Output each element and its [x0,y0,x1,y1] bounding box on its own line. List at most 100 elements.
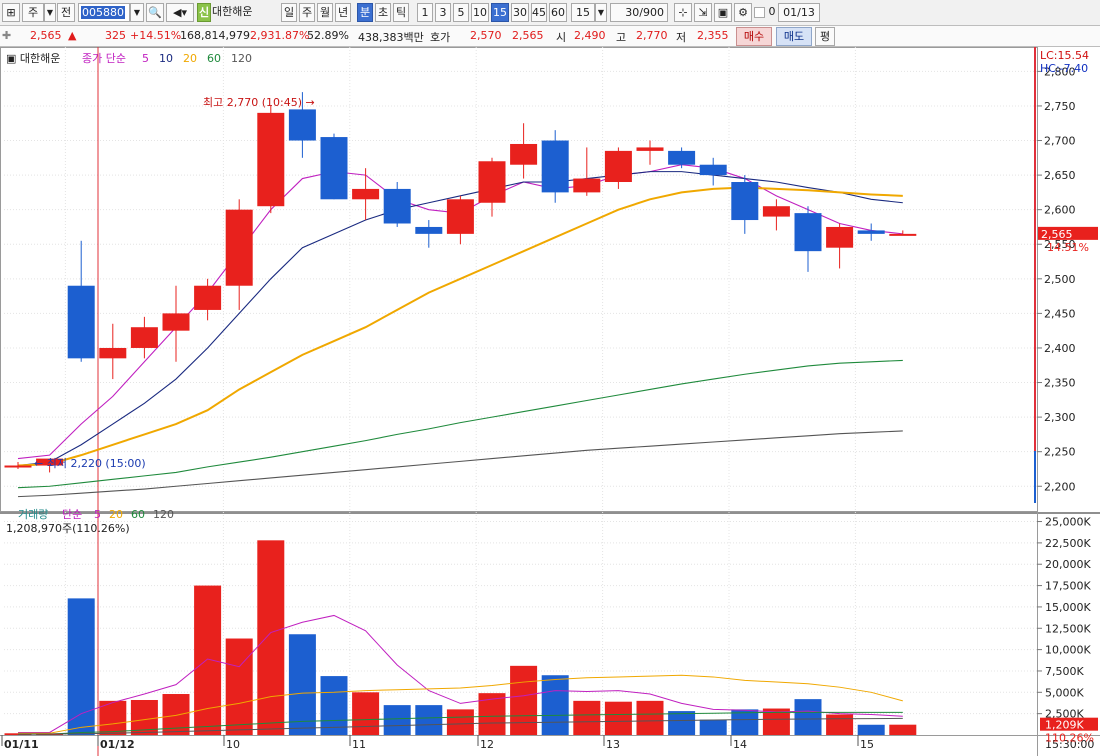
sell-button[interactable]: 매도 [776,27,812,46]
low-label: 저 [676,31,687,44]
candle-body [668,150,696,165]
price-tick-label: 2,650 [1044,169,1076,182]
crosshair-icon[interactable]: ⊹ [674,3,692,22]
ask-price: 2,570 [470,29,502,42]
high-price: 2,770 [636,29,668,42]
pin-icon[interactable]: ✚ [2,29,11,42]
candle-body [573,178,601,193]
candle-body [383,188,411,224]
volume-bar [383,705,411,735]
checkbox[interactable] [754,7,765,18]
price-tick-label: 2,600 [1044,204,1076,217]
volume-bar [352,692,380,735]
current-price-tag: 2,565 [1041,228,1073,241]
period-unit-label: 주 [27,6,39,19]
period-unit-select[interactable]: 주 [22,3,44,22]
period-button[interactable]: 일 [281,3,297,22]
interval-button[interactable]: 10 [471,3,489,22]
high-annotation: 최고 2,770 (10:45) → [203,96,315,109]
price-tick-label: 2,750 [1044,100,1076,113]
prev-button[interactable]: 전 [57,3,75,22]
layout-icon[interactable]: ⊞ [2,3,20,22]
interval-select[interactable]: 15 [571,3,595,22]
interval-button[interactable]: 15 [491,3,509,22]
volume-tick-label: 17,500K [1045,580,1091,593]
new-badge: 신 [197,3,211,22]
volume-bar [320,676,348,735]
eval-button[interactable]: 평 [815,27,835,46]
ma-legend-60: 60 [207,52,221,65]
current-pct-tag: 14.51% [1047,241,1089,254]
volume-pct-tag: 110.26% [1045,732,1094,745]
ma-legend-5: 5 [142,52,149,65]
candle-body [604,150,632,183]
volume: 168,814,979 [180,29,250,42]
candle-body [699,164,727,176]
candle-body [415,226,443,234]
period-button[interactable]: 주 [299,3,315,22]
period-button[interactable]: 초 [375,3,391,22]
change-pct: +14.51% [130,29,182,42]
ma-legend-120: 120 [231,52,252,65]
code-input[interactable]: 005880 [78,3,130,22]
change-value: 325 [105,29,126,42]
period-button[interactable]: 분 [357,3,373,22]
interval-button[interactable]: 60 [549,3,567,22]
count-input[interactable]: 30/900 [610,3,668,22]
candle-body [857,230,885,234]
vol-ma-legend-120: 120 [153,508,174,521]
period-button[interactable]: 년 [335,3,351,22]
change-arrow-icon: ▲ [68,29,77,42]
volume-bar [288,634,316,735]
low-price: 2,355 [697,29,729,42]
candle-body [288,109,316,141]
period-button[interactable]: 틱 [393,3,409,22]
code-dropdown-icon[interactable]: ▼ [130,3,144,22]
volume-tag: 1,209K [1045,719,1084,732]
candle-body [67,285,95,359]
candle-body [352,188,380,200]
interval-button[interactable]: 3 [435,3,451,22]
interval-button[interactable]: 45 [531,3,547,22]
candle-body [636,147,664,151]
volume-bar [415,705,443,735]
volume-bar [826,714,854,735]
volume-bar [573,700,601,735]
vol-ma-legend-20: 20 [109,508,123,521]
ask-label: 호가 [430,31,451,44]
candle-body [194,285,222,310]
candle-body [889,233,917,236]
gear-icon[interactable]: ⚙ [734,3,752,22]
price-tick-label: 2,450 [1044,307,1076,320]
volume-panel-title: 거래량 [18,508,48,521]
price-tick-label: 2,250 [1044,446,1076,459]
price-indicator-label: 종가 단순 [82,52,126,65]
volume-bar [225,638,253,735]
chart-area[interactable]: 2,2002,2502,3002,3502,4002,4502,5002,550… [0,47,1100,756]
volume-bar [194,585,222,735]
vol-ma-legend-5: 5 [94,508,101,521]
candle-body [794,213,822,252]
volume-current: 1,208,970주(110.26%) [6,522,130,535]
open-label: 시 [556,31,567,44]
candle-body [320,137,348,200]
interval-button[interactable]: 5 [453,3,469,22]
scale-icon[interactable]: ⇲ [694,3,712,22]
price-tick-label: 2,200 [1044,480,1076,493]
interval-dropdown-icon[interactable]: ▼ [595,3,607,22]
save-icon[interactable]: ▣ [714,3,732,22]
interval-button[interactable]: 1 [417,3,433,22]
buy-button[interactable]: 매수 [736,27,772,46]
period-unit-dropdown-icon[interactable]: ▼ [44,3,56,22]
volume-tick-label: 25,000K [1045,516,1091,529]
period-button[interactable]: 월 [317,3,333,22]
date-input[interactable]: 01/13 [778,3,820,22]
speaker-icon[interactable]: ◀▾ [166,3,194,22]
volume-bar [541,675,569,735]
interval-button[interactable]: 30 [511,3,529,22]
search-icon[interactable]: 🔍 [146,3,164,22]
candle-body [478,161,506,203]
volume-bar [857,724,885,735]
x-tick-label: 11 [352,738,366,751]
high-label: 고 [616,31,627,44]
